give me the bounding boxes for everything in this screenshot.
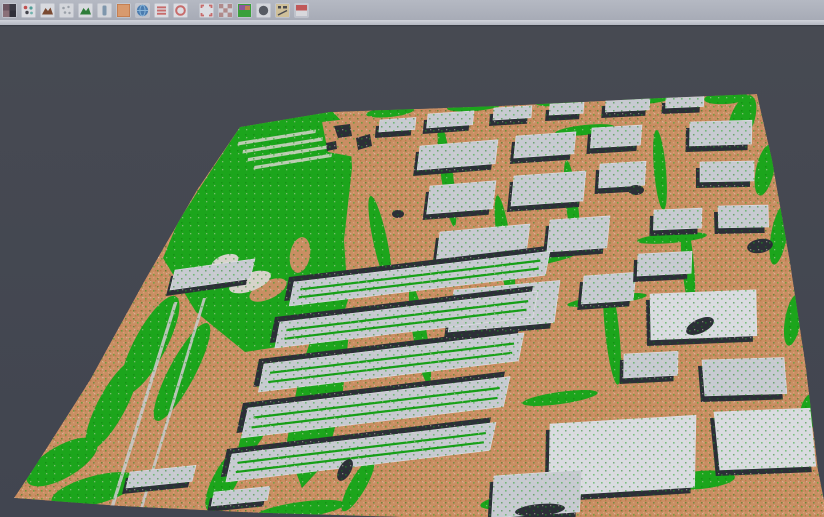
profile-icon [98,4,111,17]
toolbar-button-mesh[interactable] [256,3,271,18]
points-icon [3,4,16,17]
application-window [0,0,824,517]
mask-icon [219,4,232,17]
classification-map-icon [238,4,251,17]
toolbar-button-report[interactable] [275,3,290,18]
toolbar-button-globe[interactable] [135,3,150,18]
toolbar-button-flag[interactable] [294,3,309,18]
toolbar-button-target[interactable] [173,3,188,18]
toolbar [0,0,824,20]
viewport-3d[interactable] [0,27,824,517]
toolbar-button-classification-map[interactable] [237,3,252,18]
toolbar-button-attribute-table[interactable] [154,3,169,18]
toolbar-button-classify[interactable] [21,3,36,18]
toolbar-button-profile[interactable] [97,3,112,18]
report-icon [276,4,289,17]
terrain-model [0,27,824,517]
orthophoto-icon [117,4,130,17]
toolbar-button-extent[interactable] [199,3,214,18]
toolbar-separator [0,20,824,26]
pointcloud-scene [0,27,824,517]
classify-icon [22,4,35,17]
speckle-overlay [0,27,824,517]
attribute-table-icon [155,4,168,17]
globe-icon [136,4,149,17]
mesh-icon [257,4,270,17]
sparse-cloud-icon [60,4,73,17]
extent-icon [200,4,213,17]
dtm-icon [79,4,92,17]
toolbar-button-mask[interactable] [218,3,233,18]
toolbar-button-dtm[interactable] [78,3,93,18]
dsm-icon [41,4,54,17]
toolbar-button-dsm[interactable] [40,3,55,18]
toolbar-button-sparse-cloud[interactable] [59,3,74,18]
target-icon [174,4,187,17]
flag-icon [295,4,308,17]
toolbar-button-points[interactable] [2,3,17,18]
toolbar-button-orthophoto[interactable] [116,3,131,18]
